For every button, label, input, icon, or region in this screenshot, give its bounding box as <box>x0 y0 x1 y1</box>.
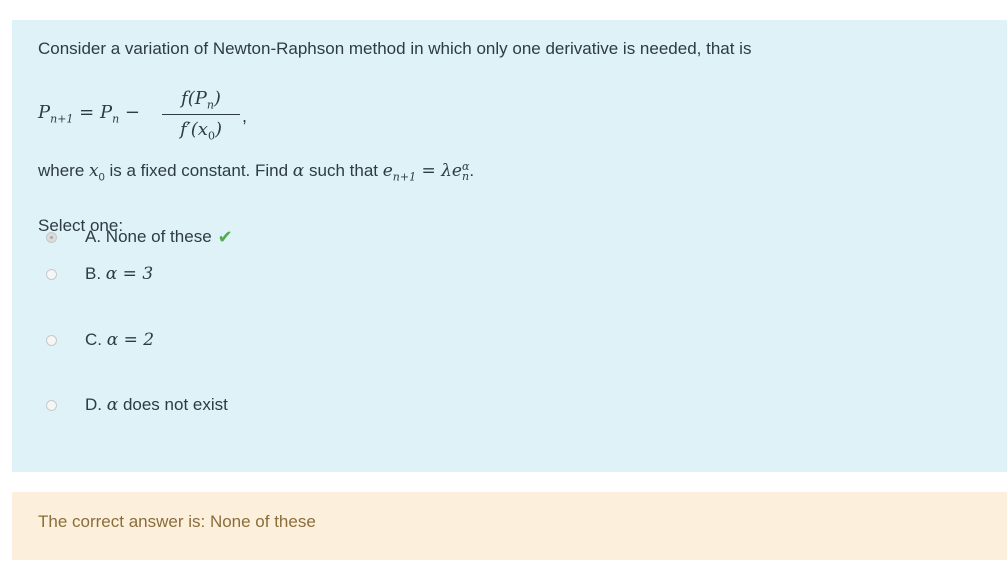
radio-option-c[interactable] <box>46 334 57 346</box>
question-prompt: Consider a variation of Newton-Raphson m… <box>38 39 752 58</box>
option-d-label: D. α does not exist <box>85 395 228 415</box>
formula-lhs: Pn+1 = Pn − <box>38 102 140 126</box>
question-condition: where x0 is a fixed constant. Find α suc… <box>38 159 475 184</box>
fraction-numerator: f(Pn) <box>181 88 221 112</box>
option-a-label: A. None of these <box>85 227 212 246</box>
option-c-label: C. α = 2 <box>85 330 155 350</box>
option-b-label: B. α = 3 <box>85 264 154 284</box>
option-b[interactable]: B. α = 3 <box>38 261 153 287</box>
fraction-bar <box>162 114 240 115</box>
option-a[interactable]: A. None of these ✔ <box>38 224 233 250</box>
formula-comma: , <box>242 106 248 126</box>
question-panel: Consider a variation of Newton-Raphson m… <box>12 20 1007 472</box>
feedback-panel: The correct answer is: None of these <box>12 492 1007 560</box>
radio-option-d[interactable] <box>46 399 57 411</box>
fraction-denominator: f′(x0) <box>180 119 222 143</box>
option-c[interactable]: C. α = 2 <box>38 327 154 353</box>
check-icon: ✔ <box>217 226 233 247</box>
radio-option-a[interactable] <box>46 231 57 243</box>
option-d[interactable]: D. α does not exist <box>38 392 228 418</box>
correct-answer-text: The correct answer is: None of these <box>38 512 316 531</box>
radio-option-b[interactable] <box>46 268 57 280</box>
formula-fraction: f(Pn) f′(x0) <box>162 86 240 143</box>
